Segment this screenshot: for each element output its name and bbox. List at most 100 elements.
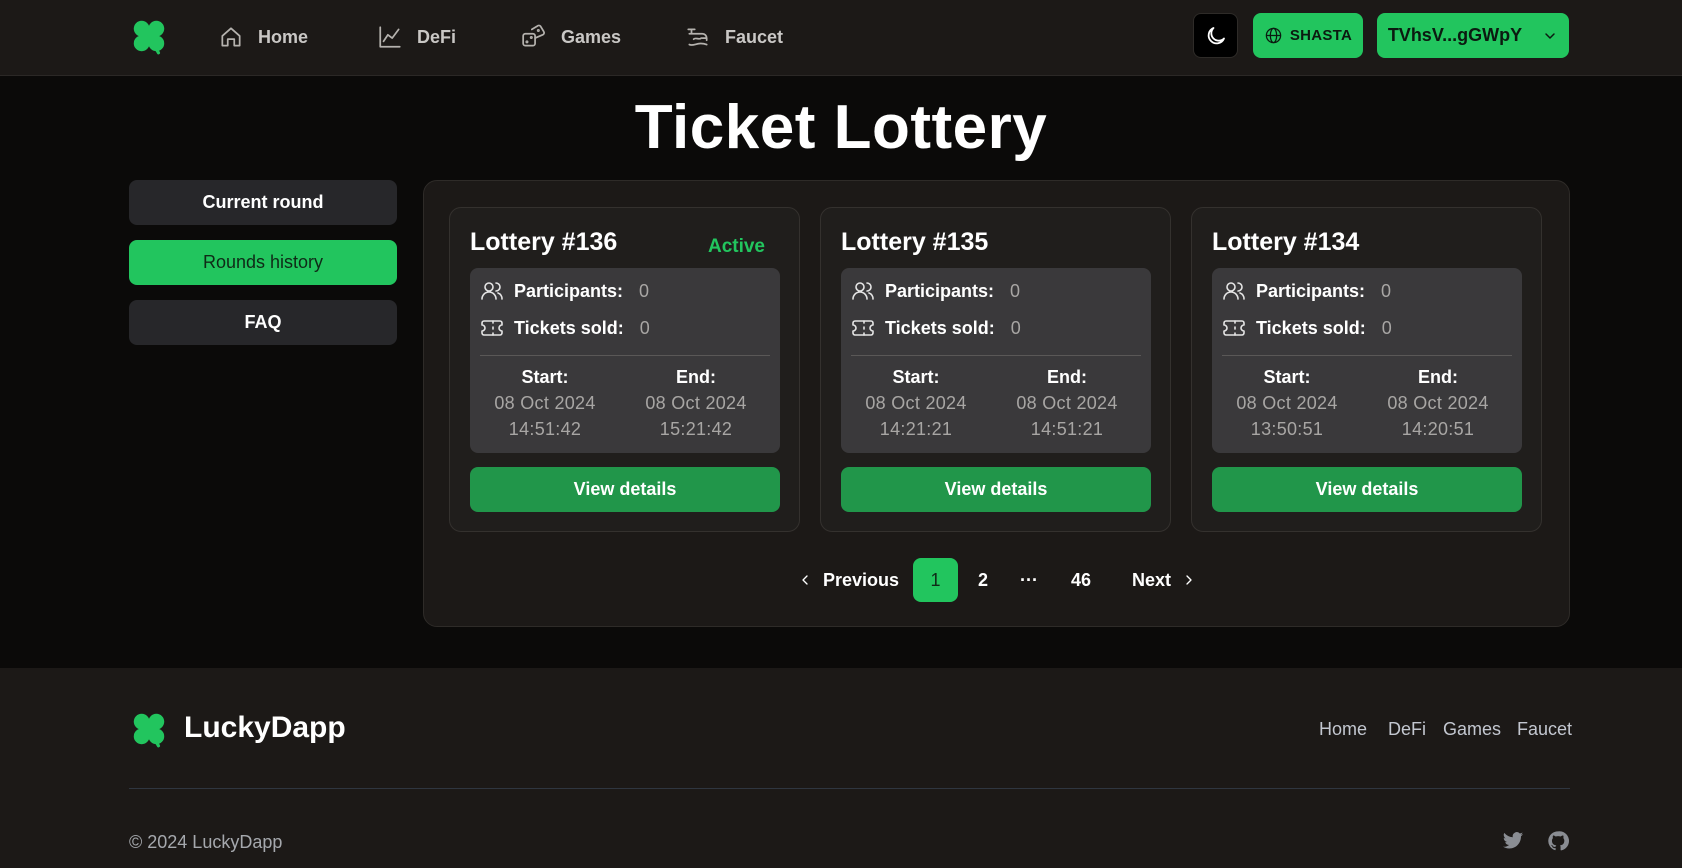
- lottery-title: Lottery #134: [1212, 228, 1360, 256]
- nav-home-label: Home: [258, 26, 309, 47]
- start-label: Start:: [521, 367, 569, 387]
- start-time: Start: 08 Oct 2024 13:50:51: [1212, 364, 1362, 442]
- footer-link-home[interactable]: Home: [1319, 719, 1367, 740]
- footer: LuckyDapp Home DeFi Games Faucet © 2024 …: [0, 668, 1682, 868]
- page-2[interactable]: 2: [968, 558, 998, 602]
- globe-icon: [1265, 27, 1282, 44]
- page-1[interactable]: 1: [913, 558, 958, 602]
- nav-home[interactable]: Home: [218, 22, 308, 52]
- dice-icon: [522, 24, 545, 47]
- view-details-button[interactable]: View details: [841, 467, 1151, 512]
- start-time: Start: 08 Oct 2024 14:21:21: [841, 364, 991, 442]
- nav-games[interactable]: Games: [521, 22, 621, 52]
- participants-label: Participants:: [1256, 280, 1366, 301]
- lottery-title: Lottery #136: [470, 228, 618, 256]
- lottery-info-box: Participants: 0 Tickets sold: 0 Start: 0…: [470, 268, 780, 453]
- faucet-icon: [687, 28, 708, 46]
- participants-row: Participants: 0: [480, 278, 649, 304]
- lottery-card: Lottery #134 Participants: 0 Tickets sol…: [1191, 207, 1542, 532]
- network-button[interactable]: SHASTA: [1253, 13, 1363, 58]
- participants-value: 0: [1010, 280, 1021, 301]
- end-date: 08 Oct 2024: [645, 393, 747, 413]
- nav-faucet[interactable]: Faucet: [685, 22, 783, 52]
- end-date: 08 Oct 2024: [1387, 393, 1489, 413]
- wallet-button[interactable]: TVhsV...gGWpY: [1377, 13, 1569, 58]
- lottery-title: Lottery #135: [841, 228, 989, 256]
- lottery-card: Lottery #136 Active Participants: 0 Tick…: [449, 207, 800, 532]
- status-badge: Active: [707, 236, 765, 257]
- copyright: © 2024 LuckyDapp: [129, 832, 283, 852]
- previous-label: Previous: [823, 569, 900, 590]
- page-46[interactable]: 46: [1063, 558, 1099, 602]
- tickets-value: 0: [1010, 317, 1021, 338]
- view-details-button[interactable]: View details: [1212, 467, 1522, 512]
- footer-divider: [129, 788, 1570, 789]
- footer-brand[interactable]: LuckyDapp: [184, 711, 346, 745]
- footer-link-games[interactable]: Games: [1443, 719, 1501, 740]
- start-date: 08 Oct 2024: [494, 393, 596, 413]
- page-ellipsis: ···: [1020, 569, 1038, 590]
- info-divider: [851, 355, 1141, 356]
- users-icon: [1223, 282, 1245, 300]
- ticket-icon: [1223, 320, 1245, 336]
- participants-value: 0: [1381, 280, 1392, 301]
- end-label: End:: [1418, 367, 1458, 387]
- footer-link-faucet[interactable]: Faucet: [1517, 719, 1572, 740]
- lottery-card: Lottery #135 Participants: 0 Tickets sol…: [820, 207, 1171, 532]
- participants-label: Participants:: [514, 280, 624, 301]
- moon-icon: [1207, 26, 1225, 44]
- pagination-next[interactable]: Next: [1132, 558, 1197, 602]
- end-label: End:: [1047, 367, 1087, 387]
- twitter-icon: [1502, 832, 1524, 849]
- end-label: End:: [676, 367, 716, 387]
- home-icon: [221, 27, 241, 47]
- sidebar-item-rounds-history[interactable]: Rounds history: [129, 240, 397, 285]
- nav-defi-label: DeFi: [417, 26, 457, 47]
- wallet-address: TVhsV...gGWpY: [1387, 25, 1523, 45]
- sidebar-item-current-round[interactable]: Current round: [129, 180, 397, 225]
- start-time: Start: 08 Oct 2024 14:51:42: [470, 364, 620, 442]
- tickets-value: 0: [639, 317, 650, 338]
- users-icon: [481, 282, 503, 300]
- end-time: End: 08 Oct 2024 14:20:51: [1363, 364, 1513, 442]
- sidebar-item-faq[interactable]: FAQ: [129, 300, 397, 345]
- twitter-link[interactable]: [1502, 830, 1528, 856]
- lottery-history-panel: Lottery #136 Active Participants: 0 Tick…: [423, 180, 1570, 627]
- ticket-icon: [852, 320, 874, 336]
- lottery-info-box: Participants: 0 Tickets sold: 0 Start: 0…: [841, 268, 1151, 453]
- theme-toggle-button[interactable]: [1193, 13, 1238, 58]
- info-divider: [1222, 355, 1512, 356]
- github-icon: [1548, 831, 1569, 851]
- footer-link-defi[interactable]: DeFi: [1388, 719, 1426, 740]
- end-time: End: 08 Oct 2024 15:21:42: [621, 364, 771, 442]
- participants-value: 0: [639, 280, 650, 301]
- tickets-row: Tickets sold: 0: [1222, 315, 1392, 341]
- start-clock: 13:50:51: [1250, 419, 1324, 439]
- github-link[interactable]: [1547, 830, 1573, 856]
- ticket-icon: [481, 320, 503, 336]
- tickets-label: Tickets sold:: [514, 317, 624, 338]
- start-clock: 14:51:42: [508, 419, 582, 439]
- page-title: Ticket Lottery: [634, 93, 1048, 162]
- clover-logo-icon[interactable]: [128, 708, 170, 750]
- pagination-previous[interactable]: Previous: [797, 558, 899, 602]
- nav-defi[interactable]: DeFi: [377, 22, 456, 52]
- next-label: Next: [1132, 569, 1172, 590]
- end-clock: 14:51:21: [1030, 419, 1104, 439]
- nav-games-label: Games: [561, 26, 622, 47]
- start-clock: 14:21:21: [879, 419, 953, 439]
- participants-label: Participants:: [885, 280, 995, 301]
- end-time: End: 08 Oct 2024 14:51:21: [992, 364, 1142, 442]
- start-date: 08 Oct 2024: [865, 393, 967, 413]
- lottery-info-box: Participants: 0 Tickets sold: 0 Start: 0…: [1212, 268, 1522, 453]
- clover-logo-icon[interactable]: [128, 15, 170, 57]
- tickets-row: Tickets sold: 0: [480, 315, 650, 341]
- start-date: 08 Oct 2024: [1236, 393, 1338, 413]
- tickets-row: Tickets sold: 0: [851, 315, 1021, 341]
- end-clock: 14:20:51: [1401, 419, 1475, 439]
- top-navbar: Home DeFi Games Faucet SHASTA TVhsV...gG…: [0, 0, 1682, 76]
- tickets-value: 0: [1381, 317, 1392, 338]
- start-label: Start:: [1263, 367, 1311, 387]
- view-details-button[interactable]: View details: [470, 467, 780, 512]
- participants-row: Participants: 0: [851, 278, 1020, 304]
